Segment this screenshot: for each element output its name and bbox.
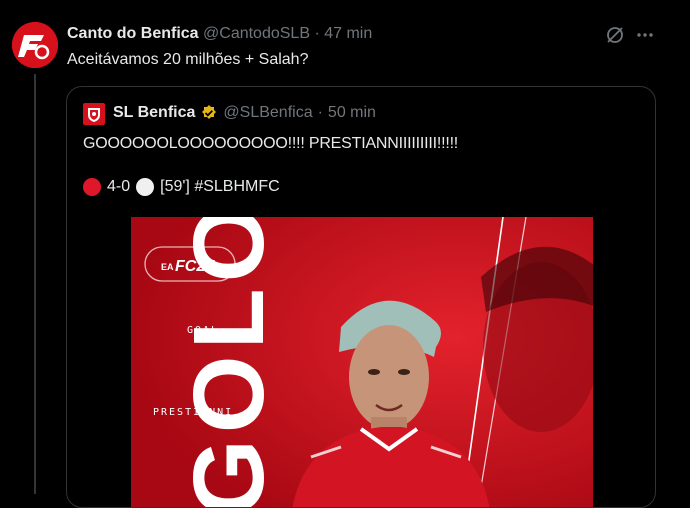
thread-line <box>34 74 36 494</box>
quoted-tweet[interactable]: SL Benfica @SLBenfica · 50 min GOOOOOOLO… <box>66 86 656 508</box>
quoted-handle[interactable]: @SLBenfica <box>223 104 312 122</box>
separator: · <box>317 104 323 121</box>
quoted-text-line1: GOOOOOOLOOOOOOOOO!!!! PRESTIANNIIIIIIIII… <box>83 135 459 152</box>
author-avatar[interactable] <box>12 22 58 68</box>
more-icon[interactable] <box>634 24 656 46</box>
quoted-author-name[interactable]: SL Benfica <box>113 104 195 122</box>
separator: · <box>314 25 320 42</box>
quoted-time[interactable]: 50 min <box>328 104 376 122</box>
author-name[interactable]: Canto do Benfica <box>67 25 199 42</box>
match-info: [59'] #SLBHMFC <box>160 178 280 195</box>
quoted-score-line: 4-0 [59'] #SLBHMFC <box>83 178 280 196</box>
quoted-avatar[interactable] <box>83 103 105 125</box>
tweet-text: Aceitávamos 20 milhões + Salah? <box>67 51 309 68</box>
grok-icon[interactable] <box>604 24 626 46</box>
quoted-media-image[interactable]: EA FC27 GOLO GOAL PRESTIANNI <box>131 217 593 508</box>
tweet-header: Canto do Benfica @CantodoSLB · 47 min <box>67 25 372 43</box>
big-golo-text: GOLO <box>173 217 285 508</box>
score: 4-0 <box>107 178 131 195</box>
tweet-time[interactable]: 47 min <box>324 25 372 42</box>
white-circle-icon <box>136 178 155 196</box>
quoted-header: SL Benfica @SLBenfica · 50 min <box>113 104 376 122</box>
verified-icon <box>200 104 218 122</box>
red-circle-icon <box>83 178 101 196</box>
goal-label: GOAL <box>187 325 219 336</box>
author-handle[interactable]: @CantodoSLB <box>203 25 310 42</box>
player-label: PRESTIANNI <box>153 407 233 418</box>
